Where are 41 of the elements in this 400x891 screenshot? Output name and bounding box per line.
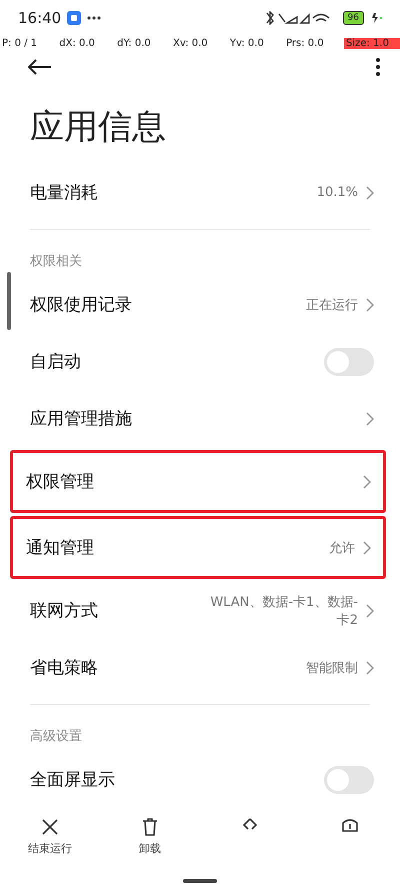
setting-row[interactable]: 联网方式 WLAN、数据-卡1、数据-卡2 <box>0 582 400 639</box>
trash-icon <box>140 817 160 837</box>
toggle-switch[interactable] <box>324 766 374 794</box>
chevron-icon <box>363 474 371 488</box>
bottom-action[interactable]: 卸载 <box>100 809 200 867</box>
debug-reading: dY: 0.0 <box>116 38 152 48</box>
section-header: 权限相关 <box>29 253 83 271</box>
back-icon[interactable] <box>28 59 52 75</box>
battery-level: 96 <box>342 11 364 25</box>
chevron-icon <box>366 412 374 426</box>
debug-reading: Size: 1.0 <box>344 38 400 48</box>
chevron-icon <box>366 186 374 200</box>
setting-row[interactable]: 自启动 <box>0 333 400 390</box>
home-indicator <box>183 879 217 883</box>
more-notifications-icon <box>87 16 102 20</box>
setting-row[interactable]: 省电策略 智能限制 <box>0 639 400 696</box>
highlighted-setting-row[interactable]: 通知管理 允许 <box>10 516 386 579</box>
section-header: 高级设置 <box>29 728 83 746</box>
app-notification-icon <box>67 11 82 25</box>
chevron-icon <box>363 540 371 554</box>
more-icon[interactable] <box>376 58 380 76</box>
close-icon <box>40 817 60 837</box>
setting-row[interactable]: 电量消耗 10.1% <box>0 164 400 221</box>
chevron-icon <box>366 660 374 674</box>
setting-row[interactable]: 全面屏显示 <box>0 751 400 808</box>
scroll-indicator <box>7 272 11 330</box>
status-time: 16:40 <box>18 9 62 27</box>
debug-reading: Prs: 0.0 <box>285 38 325 48</box>
charging-icon <box>370 13 382 23</box>
toggle-switch[interactable] <box>324 348 374 376</box>
setting-row[interactable]: 应用管理措施 <box>0 390 400 447</box>
chevron-icon <box>366 604 374 618</box>
bottom-action[interactable]: 结束运行 <box>0 809 100 867</box>
setting-row[interactable]: 权限使用记录 正在运行 <box>0 276 400 333</box>
debug-reading: P: 0 / 1 <box>1 38 38 48</box>
page-title: 应用信息 <box>30 106 167 149</box>
debug-reading: Yv: 0.0 <box>228 38 265 48</box>
highlighted-setting-row[interactable]: 权限管理 <box>10 450 386 513</box>
debug-reading: dX: 0.0 <box>58 38 96 48</box>
chevron-icon <box>366 298 374 312</box>
debug-reading: Xv: 0.0 <box>172 38 209 48</box>
